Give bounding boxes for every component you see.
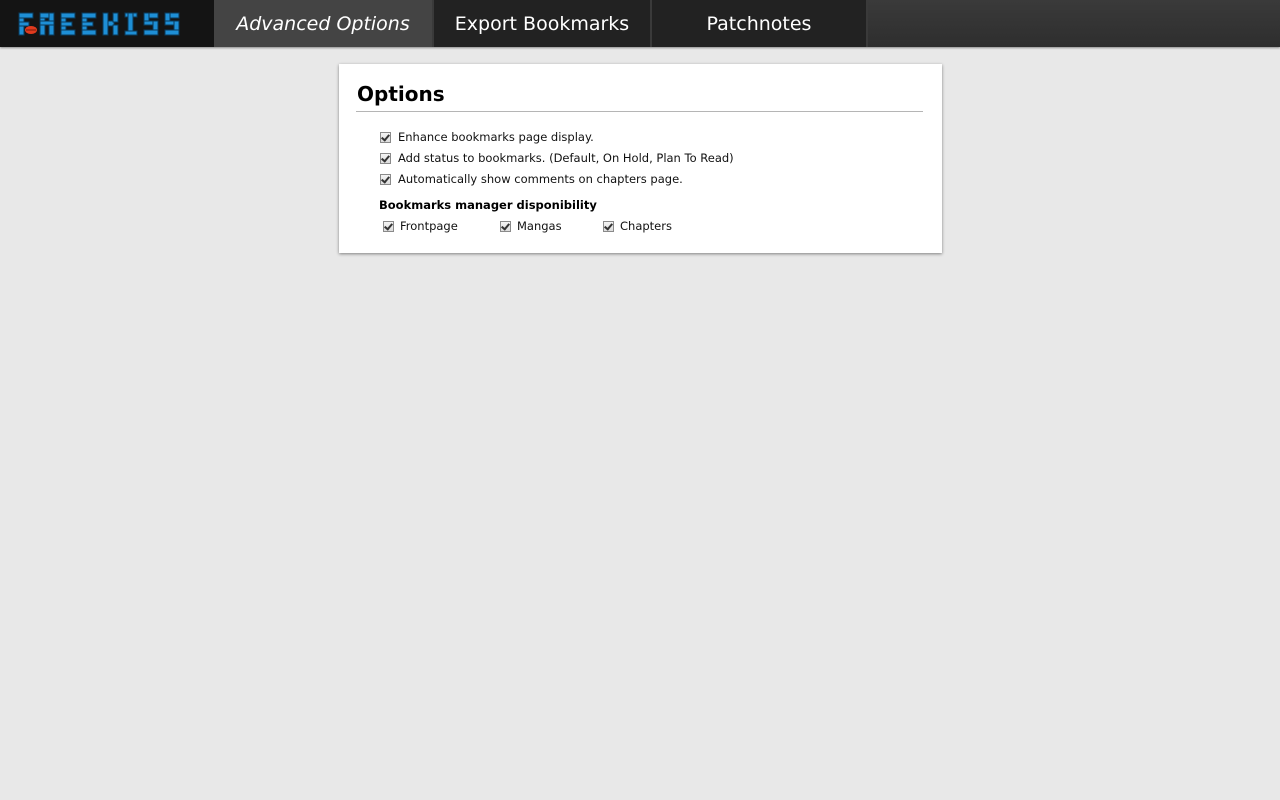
- checkbox[interactable]: [380, 173, 391, 185]
- bookmarks-manager-heading: Bookmarks manager disponibility: [379, 198, 597, 212]
- option-mangas[interactable]: Mangas: [500, 219, 562, 233]
- option-label: Automatically show comments on chapters …: [398, 172, 683, 186]
- tab-label: Export Bookmarks: [454, 12, 630, 35]
- option-label: Mangas: [517, 219, 562, 233]
- option-chapters[interactable]: Chapters: [603, 219, 672, 233]
- option-label: Chapters: [620, 219, 672, 233]
- option-label: Enhance bookmarks page display.: [398, 130, 594, 144]
- checkbox[interactable]: [500, 220, 511, 232]
- checkbox[interactable]: [603, 220, 614, 232]
- checkbox[interactable]: [383, 220, 394, 232]
- option-add-status[interactable]: Add status to bookmarks. (Default, On Ho…: [380, 151, 734, 165]
- tab-label: Patchnotes: [706, 12, 812, 35]
- option-show-comments[interactable]: Automatically show comments on chapters …: [380, 172, 683, 186]
- option-label: Add status to bookmarks. (Default, On Ho…: [398, 151, 734, 165]
- checkbox[interactable]: [380, 152, 391, 164]
- tab-patchnotes[interactable]: Patchnotes: [652, 0, 868, 47]
- freekiss-logo-icon: [18, 12, 180, 35]
- option-enhance-bookmarks[interactable]: Enhance bookmarks page display.: [380, 130, 594, 144]
- divider: [356, 111, 923, 112]
- tab-advanced-options[interactable]: Advanced Options: [214, 0, 434, 47]
- tab-label: Advanced Options: [236, 12, 410, 35]
- checkbox[interactable]: [380, 131, 391, 143]
- panel-title: Options: [357, 82, 445, 106]
- tab-export-bookmarks[interactable]: Export Bookmarks: [434, 0, 652, 47]
- option-frontpage[interactable]: Frontpage: [383, 219, 458, 233]
- option-label: Frontpage: [400, 219, 458, 233]
- freekiss-logo[interactable]: [0, 0, 214, 47]
- top-navigation-bar: Advanced Options Export Bookmarks Patchn…: [0, 0, 1280, 47]
